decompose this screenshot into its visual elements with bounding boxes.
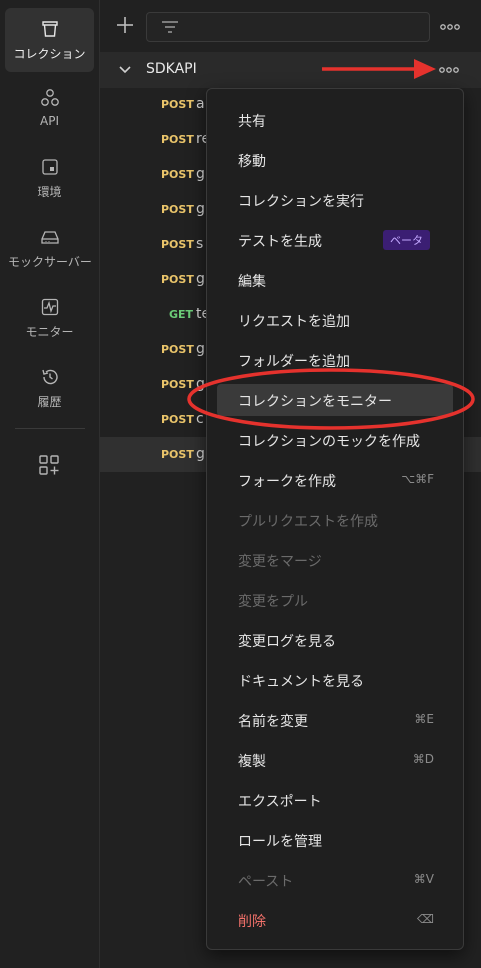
request-name: g [196,271,205,287]
menu-item-merge-changes: 変更をマージ [217,544,453,576]
menu-item-label: 複製 [238,754,266,770]
request-name: g [196,446,205,462]
request-method: POST [161,273,194,286]
request-name: g [196,166,205,182]
menu-item-add-folder[interactable]: フォルダーを追加 [217,344,453,376]
menu-item-generate-tests[interactable]: テストを生成 ベータ [217,224,453,256]
menu-item-label: ドキュメントを見る [238,674,364,690]
menu-item-label: エクスポート [238,794,322,810]
menu-item-shortcut: ⌘E [414,712,434,726]
sidebar-item-history[interactable]: 履歴 [5,356,94,420]
sidebar: コレクション API 環境 モックサーバー モニター 履歴 [0,0,100,968]
menu-item-label: 変更をマージ [238,554,322,570]
request-method: POST [161,343,194,356]
sidebar-item-label: API [40,114,59,128]
menu-item-label: 削除 [238,914,266,930]
menu-item-label: フォルダーを追加 [238,354,350,370]
api-nodes-icon [40,89,59,106]
menu-item-export[interactable]: エクスポート [217,784,453,816]
collections-toolbar [100,0,481,52]
request-method: GET [169,308,194,321]
request-method: POST [161,168,194,181]
request-method: POST [161,133,194,146]
menu-item-shortcut: ⌥⌘F [401,472,434,486]
request-name: g [196,376,205,392]
mock-server-icon [41,230,59,244]
menu-item-label: 変更ログを見る [238,634,336,650]
menu-item-share[interactable]: 共有 [217,104,453,136]
menu-item-label: フォークを作成 [238,474,336,490]
request-name: c [196,411,204,427]
sidebar-item-label: 環境 [37,184,62,199]
sidebar-item-label: コレクション [13,46,86,61]
menu-item-rename[interactable]: 名前を変更 ⌘E [217,704,453,736]
chevron-down-icon[interactable] [118,64,132,76]
sidebar-item-label: モックサーバー [8,254,92,269]
menu-item-label: コレクションを実行 [238,194,364,210]
menu-item-delete[interactable]: 削除 ⌫ [217,904,453,936]
request-method: POST [161,378,194,391]
menu-item-manage-roles[interactable]: ロールを管理 [217,824,453,856]
menu-item-label: 編集 [238,274,266,290]
menu-item-view-documentation[interactable]: ドキュメントを見る [217,664,453,696]
menu-item-label: テストを生成 [238,234,322,250]
request-name: a [196,96,205,112]
menu-item-create-fork[interactable]: フォークを作成 ⌥⌘F [217,464,453,496]
request-method: POST [161,98,194,111]
collection-context-menu: 共有 移動 コレクションを実行 テストを生成 ベータ 編集 リクエストを追加 フ… [206,88,464,950]
sidebar-divider [15,428,85,429]
request-name: s [196,236,204,252]
menu-item-paste: ペースト ⌘V [217,864,453,896]
menu-item-monitor-collection[interactable]: コレクションをモニター [217,384,453,416]
menu-item-create-pull-request: プルリクエストを作成 [217,504,453,536]
history-icon [41,369,58,384]
beta-badge: ベータ [383,230,430,250]
monitor-icon [41,298,58,315]
filter-input[interactable] [146,12,430,42]
environment-icon [41,158,58,175]
menu-item-mock-collection[interactable]: コレクションのモックを作成 [217,424,453,456]
menu-item-label: プルリクエストを作成 [238,514,378,530]
sidebar-item-collections[interactable]: コレクション [5,8,94,72]
request-method: POST [161,203,194,216]
menu-item-label: 共有 [238,114,266,130]
menu-item-run-collection[interactable]: コレクションを実行 [217,184,453,216]
menu-item-shortcut: ⌘D [412,752,434,766]
menu-item-label: 移動 [238,154,266,170]
menu-item-label: コレクションのモックを作成 [238,434,420,450]
more-options-icon[interactable] [440,22,460,32]
menu-item-shortcut: ⌘V [413,872,434,886]
request-name: g [196,341,205,357]
menu-item-view-changelog[interactable]: 変更ログを見る [217,624,453,656]
menu-item-pull-changes: 変更をプル [217,584,453,616]
sidebar-item-label: モニター [25,324,74,339]
menu-item-duplicate[interactable]: 複製 ⌘D [217,744,453,776]
menu-item-label: ペースト [238,874,294,890]
menu-item-shortcut: ⌫ [417,912,434,926]
menu-item-label: リクエストを追加 [238,314,350,330]
collection-name: SDKAPI [146,61,197,77]
menu-item-edit[interactable]: 編集 [217,264,453,296]
menu-item-label: 変更をプル [238,594,308,610]
trash-can-icon [41,20,58,37]
menu-item-label: コレクションをモニター [238,394,392,410]
collection-header[interactable]: SDKAPI [100,52,481,88]
add-workspace-apps-icon[interactable] [38,454,60,476]
request-method: POST [161,448,194,461]
sidebar-item-api[interactable]: API [5,76,94,140]
request-method: POST [161,238,194,251]
plus-icon[interactable] [114,14,136,36]
sidebar-item-environments[interactable]: 環境 [5,146,94,210]
filter-icon [162,21,178,33]
sidebar-item-mock-servers[interactable]: モックサーバー [0,216,100,280]
menu-item-label: 名前を変更 [238,714,308,730]
sidebar-item-label: 履歴 [37,394,62,409]
menu-item-move[interactable]: 移動 [217,144,453,176]
sidebar-item-monitors[interactable]: モニター [5,286,94,350]
collection-more-options-icon[interactable] [439,65,459,75]
menu-item-add-request[interactable]: リクエストを追加 [217,304,453,336]
request-name: g [196,201,205,217]
request-method: POST [161,413,194,426]
menu-item-label: ロールを管理 [238,834,322,850]
